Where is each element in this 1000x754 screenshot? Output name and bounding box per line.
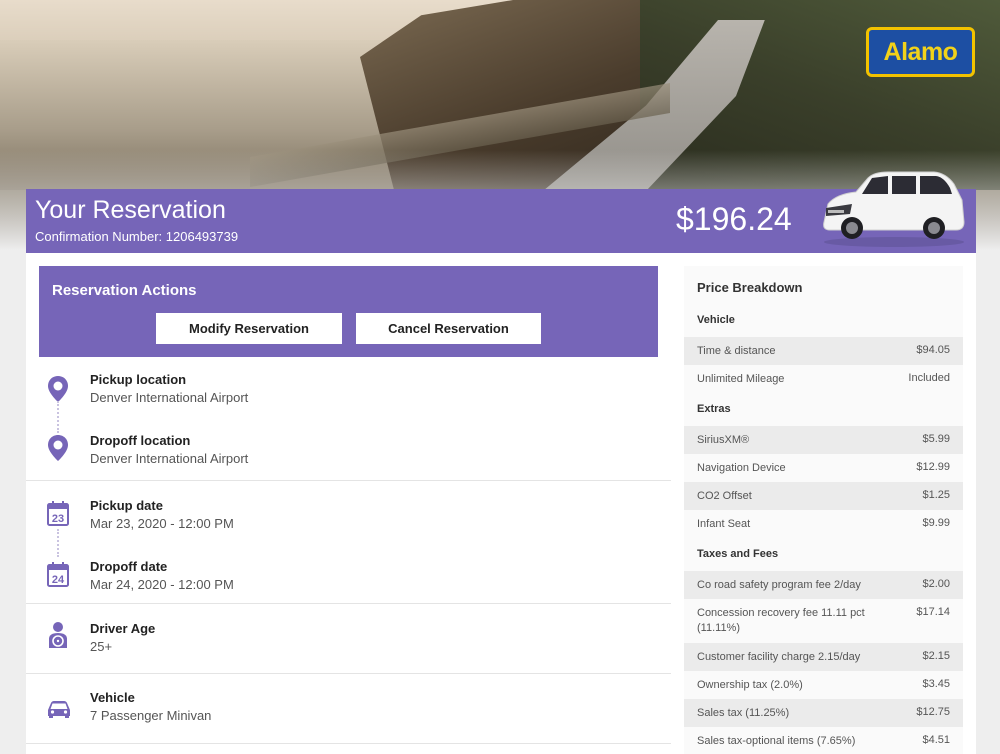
pickup-day-number: 23 (52, 513, 64, 525)
price-item-name: Customer facility charge 2.15/day (697, 651, 861, 663)
page-title: Your Reservation (35, 196, 226, 224)
price-item-name: Time & distance (697, 345, 776, 357)
driver-icon (49, 622, 67, 648)
extras-section-heading: Extras (697, 403, 731, 415)
vehicle-label: Vehicle (90, 690, 135, 705)
alamo-logo[interactable]: Alamo (866, 27, 975, 77)
minivan-image (823, 171, 965, 247)
price-breakdown-panel: Price Breakdown Vehicle Time & distance … (684, 266, 963, 754)
price-item-amount: $12.99 (916, 461, 950, 473)
pickup-location-value: Denver International Airport (90, 390, 249, 405)
pickup-location-label: Pickup location (90, 372, 187, 387)
price-row: SiriusXM® $5.99 (684, 426, 963, 454)
cancel-reservation-button[interactable]: Cancel Reservation (356, 313, 541, 344)
price-item-name: Navigation Device (697, 462, 786, 474)
price-row: CO2 Offset $1.25 (684, 482, 963, 510)
price-row: Co road safety program fee 2/day $2.00 (684, 571, 963, 599)
price-item-amount: Included (908, 372, 950, 384)
price-item-name: Concession recovery fee 11.11 pct (11.11… (697, 607, 865, 634)
price-row: Infant Seat $9.99 (684, 510, 963, 538)
logo-text: Alamo (883, 37, 958, 66)
reservation-card: Reservation Actions Modify Reservation C… (26, 253, 976, 754)
car-icon (48, 701, 70, 718)
location-connector (57, 401, 59, 433)
price-row: Customer facility charge 2.15/day $2.15 (684, 643, 963, 671)
price-item-name: Infant Seat (697, 518, 751, 530)
price-row: Concession recovery fee 11.11 pct (11.11… (684, 599, 963, 643)
price-item-amount: $12.75 (916, 706, 950, 718)
driver-age-value: 25+ (90, 639, 113, 654)
calendar-icon: 23 (47, 501, 69, 526)
price-row: Time & distance $94.05 (684, 337, 963, 365)
calendar-icon: 24 (47, 562, 69, 587)
price-item-amount: $17.14 (916, 606, 950, 618)
divider (26, 673, 671, 674)
vehicle-section-heading: Vehicle (697, 314, 735, 326)
price-item-amount: $1.25 (922, 489, 950, 501)
price-item-name: Sales tax-optional items (7.65%) (697, 735, 856, 747)
dropoff-location-value: Denver International Airport (90, 451, 249, 466)
reservation-banner: Your Reservation Confirmation Number: 12… (26, 171, 976, 253)
reservation-actions-panel: Reservation Actions Modify Reservation C… (39, 266, 658, 357)
date-connector (57, 529, 59, 557)
price-breakdown-heading: Price Breakdown (697, 280, 803, 295)
map-pin-icon (48, 435, 68, 461)
price-item-name: Ownership tax (2.0%) (697, 679, 803, 691)
vehicle-value: 7 Passenger Minivan (90, 708, 212, 723)
price-item-name: Co road safety program fee 2/day (697, 579, 861, 591)
pickup-date-value: Mar 23, 2020 - 12:00 PM (90, 516, 234, 531)
reservation-actions-heading: Reservation Actions (52, 282, 197, 299)
confirmation-number: Confirmation Number: 1206493739 (35, 229, 239, 244)
dropoff-date-label: Dropoff date (90, 559, 168, 574)
price-item-amount: $4.51 (922, 734, 950, 746)
dropoff-location-label: Dropoff location (90, 433, 191, 448)
pickup-date-label: Pickup date (90, 498, 163, 513)
price-item-amount: $2.00 (922, 578, 950, 590)
price-item-amount: $9.99 (922, 517, 950, 529)
price-row: Sales tax-optional items (7.65%) $4.51 (684, 727, 963, 754)
map-pin-icon (48, 376, 68, 402)
dropoff-day-number: 24 (52, 574, 65, 586)
taxes-section-heading: Taxes and Fees (697, 548, 779, 560)
price-row: Sales tax (11.25%) $12.75 (684, 699, 963, 727)
divider (26, 480, 671, 481)
price-item-amount: $94.05 (916, 344, 950, 356)
price-row: Navigation Device $12.99 (684, 454, 963, 482)
price-item-name: CO2 Offset (697, 490, 752, 502)
price-item-amount: $2.15 (922, 650, 950, 662)
price-item-name: SiriusXM® (697, 434, 750, 446)
dropoff-date-value: Mar 24, 2020 - 12:00 PM (90, 577, 234, 592)
price-row: Unlimited Mileage Included (684, 365, 963, 393)
divider (26, 603, 671, 604)
total-price: $196.24 (676, 201, 792, 237)
price-item-name: Sales tax (11.25%) (697, 707, 790, 719)
modify-reservation-button[interactable]: Modify Reservation (156, 313, 342, 344)
price-item-amount: $5.99 (922, 433, 950, 445)
price-item-name: Unlimited Mileage (697, 373, 785, 385)
divider (26, 743, 671, 744)
price-row: Ownership tax (2.0%) $3.45 (684, 671, 963, 699)
price-item-amount: $3.45 (922, 678, 950, 690)
driver-age-label: Driver Age (90, 621, 156, 636)
